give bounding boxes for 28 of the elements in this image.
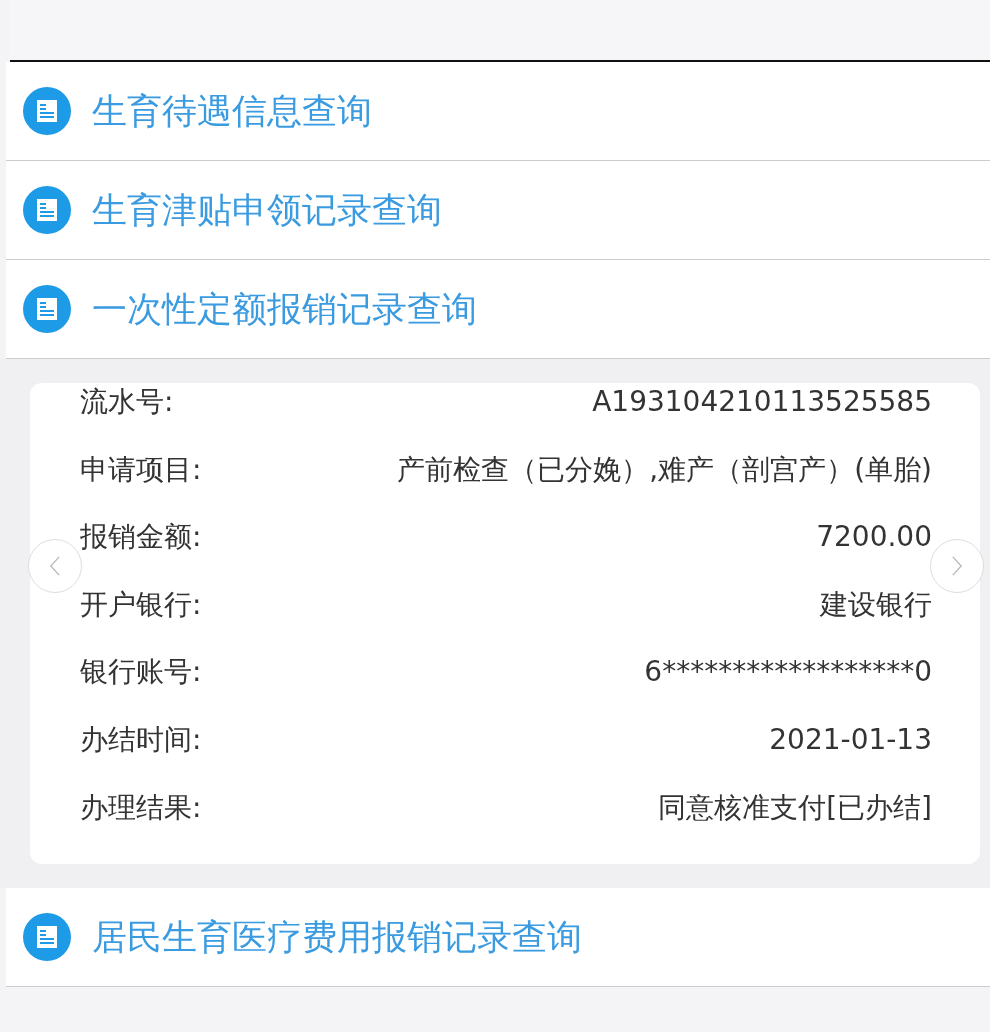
chevron-left-icon [48,555,62,577]
field-value: A193104210113525585 [592,385,932,419]
field-label: 开户银行: [80,587,203,622]
section-title: 一次性定额报销记录查询 [92,287,477,331]
field-label: 办理结果: [80,790,203,825]
field-value: 建设银行 [820,587,932,622]
section-header[interactable]: 生育津贴申领记录查询 [6,161,990,260]
section-title: 生育津贴申领记录查询 [92,188,442,232]
document-icon [22,912,72,963]
field-label: 申请项目: [80,452,203,487]
field-value: 6******************0 [644,655,932,689]
field-label: 办结时间: [80,722,203,757]
field-label: 报销金额: [80,520,203,554]
document-icon [22,284,72,334]
field-value: 7200.00 [816,520,932,554]
document-icon [22,86,72,136]
section-title: 生育待遇信息查询 [92,89,372,133]
section-header[interactable]: 一次性定额报销记录查询 [6,260,990,359]
chevron-right-icon [950,555,964,577]
field-label: 银行账号: [80,655,203,689]
field-value: 2021-01-13 [769,722,932,757]
field-label: 流水号: [80,385,175,419]
field-value: 产前检查（已分娩）,难产（剖宫产）(单胎) [397,452,932,487]
document-icon [22,185,72,235]
section-header[interactable]: 生育待遇信息查询 [6,62,990,161]
section-header[interactable]: 居民生育医疗费用报销记录查询 [6,888,990,988]
field-value: 同意核准支付[已办结] [658,790,932,825]
section-title: 居民生育医疗费用报销记录查询 [92,915,582,959]
